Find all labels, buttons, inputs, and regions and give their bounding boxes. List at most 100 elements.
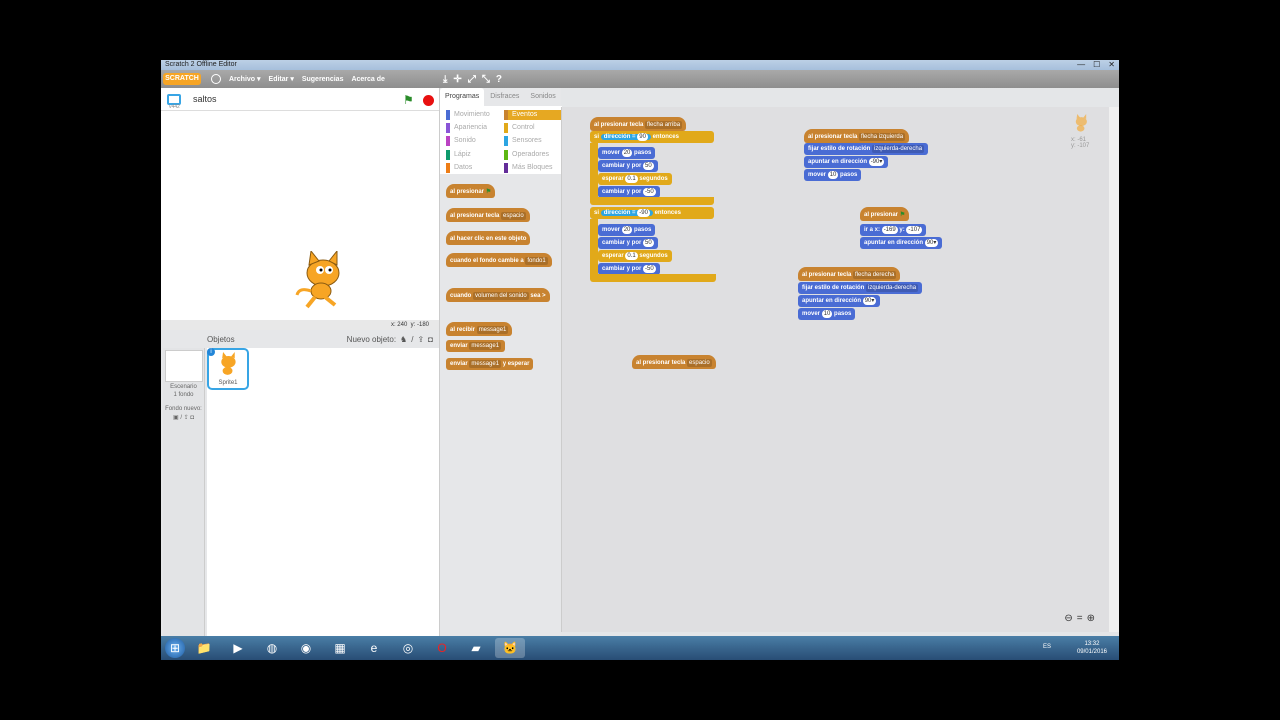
hat-key-space-block[interactable]: al presionar tecla espacio: [632, 355, 716, 369]
clock[interactable]: 13:32 09/01/2016: [1077, 640, 1107, 656]
rotation-style-block[interactable]: fijar estilo de rotación izquierda-derec…: [804, 143, 929, 155]
project-name[interactable]: saltos: [193, 94, 217, 104]
paint-sprite-icon[interactable]: /: [411, 335, 413, 344]
new-object-tools: Nuevo objeto: ♞ / ⇪ ◘: [347, 335, 433, 344]
hat-flag-block[interactable]: al presionar ⚑: [860, 207, 910, 221]
hat-key-right-block[interactable]: al presionar tecla flecha derecha: [798, 267, 901, 281]
camera-icon[interactable]: ◘: [428, 335, 433, 344]
palette-when-flag-block[interactable]: al presionar ⚑: [446, 184, 496, 198]
category-operadores[interactable]: Operadores: [504, 149, 562, 160]
move-block[interactable]: mover 10 pasos: [804, 169, 862, 181]
help-icon[interactable]: ?: [496, 74, 502, 85]
hat-key-up-block[interactable]: al presionar tecla flecha arriba: [590, 117, 687, 131]
cat-sprite-icon[interactable]: [293, 251, 351, 309]
opera-icon[interactable]: O: [427, 638, 457, 658]
green-flag-icon[interactable]: ⚑: [403, 93, 414, 107]
language-globe-icon[interactable]: [211, 74, 221, 84]
menu-archivo[interactable]: Archivo ▾: [229, 75, 261, 83]
category-más-bloques[interactable]: Más Bloques: [504, 162, 562, 173]
fullscreen-icon[interactable]: [167, 93, 181, 105]
upload-sprite-icon[interactable]: ⇪: [417, 335, 424, 344]
category-sonido[interactable]: Sonido: [446, 136, 504, 147]
stop-icon[interactable]: [423, 95, 434, 106]
goto-xy-block[interactable]: ir a x: -169 y: -107: [860, 224, 927, 236]
grow-icon[interactable]: ✛: [453, 74, 461, 85]
stage-thumbnail-pane: Escenario 1 fondo Fondo nuevo: ▣ / ⇪ ◘: [163, 348, 205, 638]
new-backdrop-tools[interactable]: ▣ / ⇪ ◘: [163, 414, 204, 421]
rotation-style-block[interactable]: fijar estilo de rotación izquierda-derec…: [798, 282, 923, 294]
explorer-icon[interactable]: 📁: [189, 638, 219, 658]
change-y-block[interactable]: cambiar y por 50: [598, 160, 658, 172]
move-block[interactable]: mover 20 pasos: [598, 224, 656, 236]
point-direction-block[interactable]: apuntar en dirección -90▾: [804, 156, 889, 168]
image-app-icon[interactable]: ▰: [461, 638, 491, 658]
stage-thumbnail[interactable]: [165, 350, 203, 382]
if-block[interactable]: si dirección = 90 entonces: [590, 131, 714, 143]
palette-when-sensor-block[interactable]: cuando volumen del sonido sea >: [446, 288, 550, 302]
point-direction-block[interactable]: apuntar en dirección 90▾: [860, 237, 943, 249]
sprite-thumbnail[interactable]: i Sprite1: [207, 348, 249, 390]
ie-icon[interactable]: e: [359, 638, 389, 658]
category-control[interactable]: Control: [504, 123, 562, 134]
change-y-block[interactable]: cambiar y por 50: [598, 237, 658, 249]
palette-when-key-block[interactable]: al presionar tecla espacio: [446, 208, 530, 222]
if-block-arm: [590, 219, 598, 274]
duplicate-icon[interactable]: ⤓: [443, 74, 447, 85]
tab-sonidos[interactable]: Sonidos: [525, 88, 560, 106]
category-datos[interactable]: Datos: [446, 162, 504, 173]
move-block[interactable]: mover 10 pasos: [798, 308, 856, 320]
menu-editar[interactable]: Editar ▾: [269, 75, 294, 83]
scripts-scrollbar[interactable]: [1109, 107, 1119, 632]
category-sensores[interactable]: Sensores: [504, 136, 562, 147]
stage-canvas[interactable]: [161, 110, 439, 320]
category-apariencia[interactable]: Apariencia: [446, 123, 504, 134]
start-button-icon[interactable]: ⊞: [165, 638, 185, 658]
block-categories: Movimiento Eventos Apariencia Control Sonido…: [440, 106, 562, 174]
zoom-in-icon[interactable]: ⊕: [1087, 613, 1095, 624]
menu-acerca-de[interactable]: Acerca de: [351, 76, 384, 83]
blocks-palette-pane: Programas Disfraces Sonidos Movimiento Ev…: [439, 88, 562, 638]
maximize-icon[interactable]: ☐: [1093, 60, 1100, 70]
minimize-icon[interactable]: —: [1077, 60, 1085, 70]
media-player-icon[interactable]: ▶: [223, 638, 253, 658]
hat-key-left-block[interactable]: al presionar tecla flecha izquierda: [804, 129, 910, 143]
expand-icon[interactable]: ⤢: [468, 74, 476, 85]
scratch-taskbar-icon[interactable]: 🐱: [495, 638, 525, 658]
close-icon[interactable]: ✕: [1108, 60, 1115, 70]
info-icon[interactable]: i: [207, 348, 215, 356]
sprites-title: Objetos: [207, 334, 235, 344]
category-lápiz[interactable]: Lápiz: [446, 149, 504, 160]
if-block[interactable]: si dirección = -90 entonces: [590, 207, 714, 219]
firefox-icon[interactable]: ◉: [291, 638, 321, 658]
zoom-reset-icon[interactable]: =: [1077, 613, 1083, 624]
chrome-icon[interactable]: ◎: [393, 638, 423, 658]
language-indicator[interactable]: ES: [1043, 644, 1051, 650]
scratch-logo[interactable]: SCRATCH: [163, 73, 201, 85]
point-direction-block[interactable]: apuntar en dirección 90▾: [798, 295, 881, 307]
stage-backdrop-count: 1 fondo: [173, 392, 194, 398]
palette-broadcast-block[interactable]: enviar message1: [446, 340, 506, 352]
shrink-icon[interactable]: ⤡: [482, 74, 490, 85]
zoom-controls: ⊖ = ⊕: [1064, 613, 1095, 624]
wait-block[interactable]: esperar 0.1 segundos: [598, 250, 672, 262]
zoom-out-icon[interactable]: ⊖: [1064, 613, 1072, 624]
choose-sprite-icon[interactable]: ♞: [400, 335, 407, 344]
scripts-area[interactable]: al presionar tecla flecha arriba si dire…: [561, 107, 1109, 632]
category-movimiento[interactable]: Movimiento: [446, 110, 504, 120]
move-block[interactable]: mover 20 pasos: [598, 147, 656, 159]
menu-sugerencias[interactable]: Sugerencias: [302, 76, 344, 83]
title-bar: Scratch 2 Offline Editor — ☐ ✕: [161, 60, 1119, 70]
tab-programas[interactable]: Programas: [440, 88, 485, 106]
palette-when-receive-block[interactable]: al recibir message1: [446, 322, 513, 336]
sprite-list: i Sprite1: [207, 348, 439, 638]
stage-header: v442 saltos ⚑: [161, 88, 439, 110]
tab-disfraces[interactable]: Disfraces: [485, 88, 524, 106]
wait-block[interactable]: esperar 0.1 segundos: [598, 173, 672, 185]
cat-sprite-icon: [1075, 114, 1087, 132]
app-icon[interactable]: ◍: [257, 638, 287, 658]
palette-broadcast-wait-block[interactable]: enviar message1 y esperar: [446, 358, 534, 370]
grid-app-icon[interactable]: ▦: [325, 638, 355, 658]
palette-when-sprite-clicked-block[interactable]: al hacer clic en este objeto: [446, 231, 531, 245]
palette-when-backdrop-block[interactable]: cuando el fondo cambie a fondo1: [446, 253, 552, 267]
category-eventos[interactable]: Eventos: [504, 110, 562, 120]
